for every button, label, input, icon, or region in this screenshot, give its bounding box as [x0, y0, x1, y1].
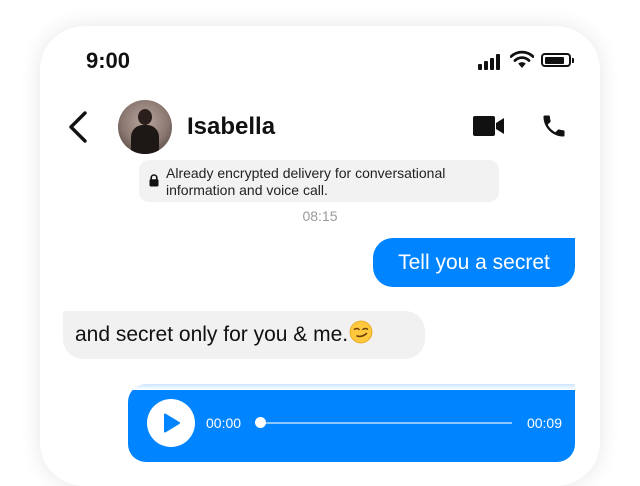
avatar[interactable] — [118, 100, 172, 154]
wifi-icon — [510, 50, 534, 68]
incoming-message-bubble[interactable]: and secret only for you & me. — [63, 311, 425, 359]
lock-icon — [149, 174, 159, 187]
voice-duration: 00:09 — [526, 415, 562, 431]
scroll-fade — [40, 360, 600, 390]
voice-message-bubble[interactable]: 00:00 00:09 — [128, 384, 575, 462]
video-call-icon[interactable] — [473, 116, 505, 136]
voice-current-time: 00:00 — [206, 415, 242, 431]
encryption-notice-line1: Already encrypted delivery for conversat… — [166, 165, 446, 181]
encryption-notice-line2: information and voice call. — [166, 182, 328, 198]
message-timestamp: 08:15 — [302, 208, 338, 224]
voice-progress-handle[interactable] — [255, 417, 266, 428]
battery-level — [545, 57, 564, 64]
status-time: 9:00 — [86, 48, 131, 73]
signal-icon — [478, 52, 504, 70]
voice-progress-track[interactable] — [256, 422, 512, 424]
encryption-notice: Already encrypted delivery for conversat… — [139, 160, 499, 202]
incoming-message-text: and secret only for you & me. — [75, 323, 349, 346]
battery-icon — [541, 53, 574, 67]
back-icon[interactable] — [66, 110, 90, 144]
play-icon — [164, 413, 180, 433]
contact-name[interactable]: Isabella — [187, 113, 275, 141]
phone-call-icon[interactable] — [540, 112, 568, 140]
smirk-emoji-icon — [349, 320, 373, 344]
play-button[interactable] — [147, 399, 195, 447]
outgoing-message-bubble[interactable]: Tell you a secret — [373, 238, 575, 287]
